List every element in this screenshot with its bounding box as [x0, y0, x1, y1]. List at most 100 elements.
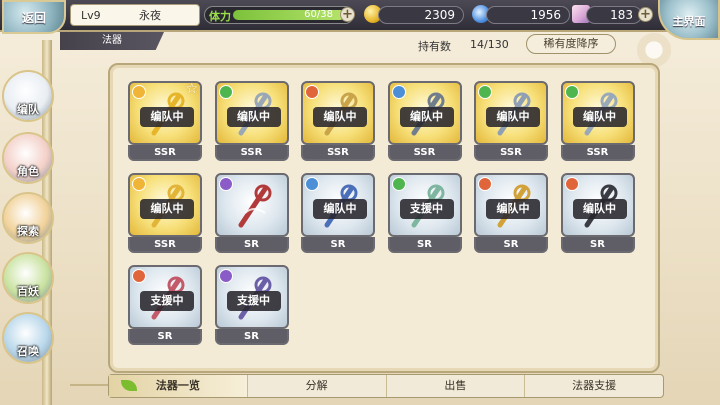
card-frame: 编队中: [560, 173, 635, 237]
gold-amount: 2309: [378, 6, 464, 24]
rarity-label: SR: [474, 237, 548, 253]
sidebar-item-label: 百妖: [17, 285, 39, 298]
artifact-card[interactable]: 支援中 SR: [214, 265, 289, 345]
bottom-tab-1[interactable]: 分解: [248, 375, 387, 397]
rarity-label: SSR: [387, 145, 462, 161]
gem-amount: 1956: [486, 6, 570, 24]
artifact-card[interactable]: ☆ 编队中 SSR: [128, 81, 202, 161]
stamina-label: 体力: [209, 10, 231, 23]
element-icon: [218, 177, 233, 191]
element-icon: [564, 177, 579, 191]
left-sidebar: 编队角色探索百妖召唤: [0, 40, 60, 405]
section-title: 法器: [60, 32, 164, 50]
artifact-card[interactable]: 编队中 SSR: [387, 81, 462, 161]
element-icon: [564, 85, 579, 99]
card-frame: 编队中: [474, 173, 548, 237]
element-icon: [478, 85, 492, 99]
bottom-tab-3[interactable]: 法器支援: [525, 375, 663, 397]
status-badge: 编队中: [226, 107, 281, 127]
artifact-card[interactable]: 编队中 SSR: [474, 81, 548, 161]
player-level: Lv9: [81, 8, 101, 22]
card-frame: 编队中: [128, 173, 202, 237]
sidebar-item-label: 角色: [17, 165, 39, 178]
sidebar-item-0[interactable]: 编队: [2, 70, 54, 122]
sidebar-item-label: 召唤: [17, 345, 39, 358]
element-icon: [391, 177, 406, 191]
artifact-card[interactable]: SR: [214, 173, 289, 253]
status-badge: 编队中: [140, 107, 194, 127]
sidebar-item-1[interactable]: 角色: [2, 132, 54, 184]
back-button[interactable]: 返回: [2, 0, 66, 34]
status-badge: 编队中: [486, 107, 540, 127]
card-frame: 编队中: [214, 81, 289, 145]
rarity-label: SSR: [128, 145, 202, 161]
element-icon: [478, 177, 492, 191]
status-badge: 编队中: [313, 107, 367, 127]
sidebar-item-label: 编队: [17, 103, 39, 116]
artifact-card[interactable]: 编队中 SR: [301, 173, 375, 253]
card-frame: 支援中: [214, 265, 289, 329]
status-badge: 支援中: [226, 291, 281, 311]
element-icon: [132, 177, 146, 191]
artifact-card[interactable]: 支援中 SR: [128, 265, 202, 345]
rarity-label: SSR: [214, 145, 289, 161]
app-screen: Lv9 永夜 体力 60/38 + 2309 1956 183 + 返回 主界面…: [0, 0, 720, 405]
card-frame: 支援中: [128, 265, 202, 329]
favorite-star-icon: ☆: [185, 81, 198, 97]
bottom-tab-0[interactable]: 法器一览: [109, 375, 248, 397]
rarity-label: SR: [560, 237, 635, 253]
element-icon: [391, 85, 406, 99]
status-badge: 编队中: [399, 107, 454, 127]
sidebar-item-2[interactable]: 探索: [2, 192, 54, 244]
sidebar-item-4[interactable]: 召唤: [2, 312, 54, 364]
element-icon: [305, 177, 319, 191]
status-badge: 编队中: [572, 199, 627, 219]
sidebar-item-3[interactable]: 百妖: [2, 252, 54, 304]
artifact-card[interactable]: 支援中 SR: [387, 173, 462, 253]
rarity-label: SSR: [474, 145, 548, 161]
card-frame: 编队中: [301, 173, 375, 237]
rarity-label: SR: [128, 329, 202, 345]
artifact-card[interactable]: 编队中 SR: [474, 173, 548, 253]
rarity-label: SSR: [128, 237, 202, 253]
card-frame: 编队中: [560, 81, 635, 145]
element-icon: [132, 269, 146, 283]
card-frame: ☆ 编队中: [128, 81, 202, 145]
rarity-label: SSR: [301, 145, 375, 161]
artifact-panel: ☆ 编队中 SSR 编队中 SSR 编队中 SSR 编队中 SSR 编队中 SSR 编队中 SSR 编队中…: [108, 63, 660, 373]
artifact-card[interactable]: 编队中 SSR: [301, 81, 375, 161]
artifact-card[interactable]: 编队中 SR: [560, 173, 635, 253]
status-badge: 编队中: [486, 199, 540, 219]
status-badge: 编队中: [313, 199, 367, 219]
top-bar: Lv9 永夜 体力 60/38 + 2309 1956 183 +: [0, 0, 720, 32]
bottom-tab-label: 分解: [305, 379, 328, 392]
bottom-tab-label: 法器支援: [572, 379, 617, 392]
card-frame: 编队中: [387, 81, 462, 145]
artifact-card[interactable]: 编队中 SSR: [560, 81, 635, 161]
status-badge: 编队中: [572, 107, 627, 127]
bottom-tab-2[interactable]: 出售: [387, 375, 526, 397]
element-icon: [218, 269, 233, 283]
sidebar-item-label: 探索: [17, 225, 39, 238]
element-icon: [132, 85, 146, 99]
add-stamina-button[interactable]: +: [340, 7, 355, 22]
crystal-amount: 183: [586, 6, 642, 24]
divider: [70, 384, 110, 386]
player-info[interactable]: Lv9 永夜: [70, 4, 200, 26]
artifact-card[interactable]: 编队中 SSR: [214, 81, 289, 161]
artifact-image-icon: [235, 183, 273, 229]
bottom-tab-label: 法器一览: [155, 379, 200, 392]
owned-count-label: 持有数: [418, 40, 451, 53]
card-frame: 编队中: [474, 81, 548, 145]
card-frame: 编队中: [301, 81, 375, 145]
stamina-bar: 体力 60/38: [204, 6, 354, 24]
add-crystal-button[interactable]: +: [638, 7, 653, 22]
sort-rarity-button[interactable]: 稀有度降序: [526, 34, 616, 54]
rarity-label: SR: [214, 237, 289, 253]
bottom-tab-bar: 法器一览 分解 出售 法器支援: [108, 374, 664, 398]
artifact-card[interactable]: 编队中 SSR: [128, 173, 202, 253]
card-frame: 支援中: [387, 173, 462, 237]
status-badge: 编队中: [140, 199, 194, 219]
home-button[interactable]: 主界面: [658, 0, 720, 40]
stamina-value: 60/38: [304, 9, 333, 20]
